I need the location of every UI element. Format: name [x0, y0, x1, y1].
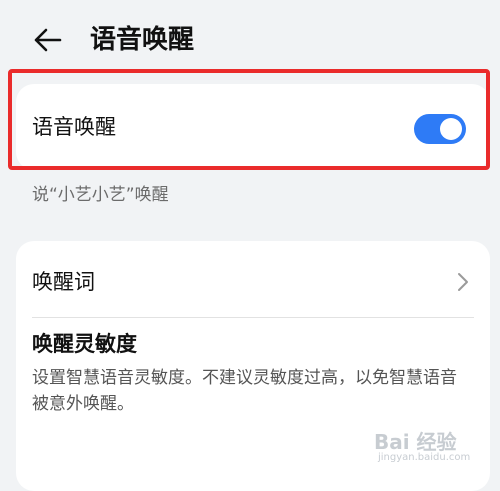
watermark: Bai 经验 jingyan.baidu.com	[362, 418, 492, 470]
toggle-knob	[440, 118, 462, 140]
divider	[32, 317, 474, 318]
voice-wakeup-card: 语音唤醒	[16, 84, 490, 170]
sensitivity-description: 设置智慧语音灵敏度。不建议灵敏度过高，以免智慧语音被意外唤醒。	[32, 368, 457, 414]
voice-wakeup-toggle[interactable]	[414, 114, 466, 144]
watermark-url: jingyan.baidu.com	[378, 452, 471, 463]
sensitivity-label: 唤醒灵敏度	[32, 332, 137, 356]
voice-wakeup-label: 语音唤醒	[32, 115, 116, 139]
page-title: 语音唤醒	[90, 25, 195, 55]
wakeup-hint: 说“小艺小艺”唤醒	[32, 185, 169, 205]
header: 语音唤醒	[0, 0, 500, 80]
chevron-right-icon	[458, 273, 468, 291]
wake-word-row[interactable]: 唤醒词	[16, 241, 490, 317]
arrow-left-icon[interactable]	[30, 22, 66, 58]
watermark-text: Bai 经验	[374, 430, 457, 454]
wake-word-label: 唤醒词	[32, 270, 95, 294]
